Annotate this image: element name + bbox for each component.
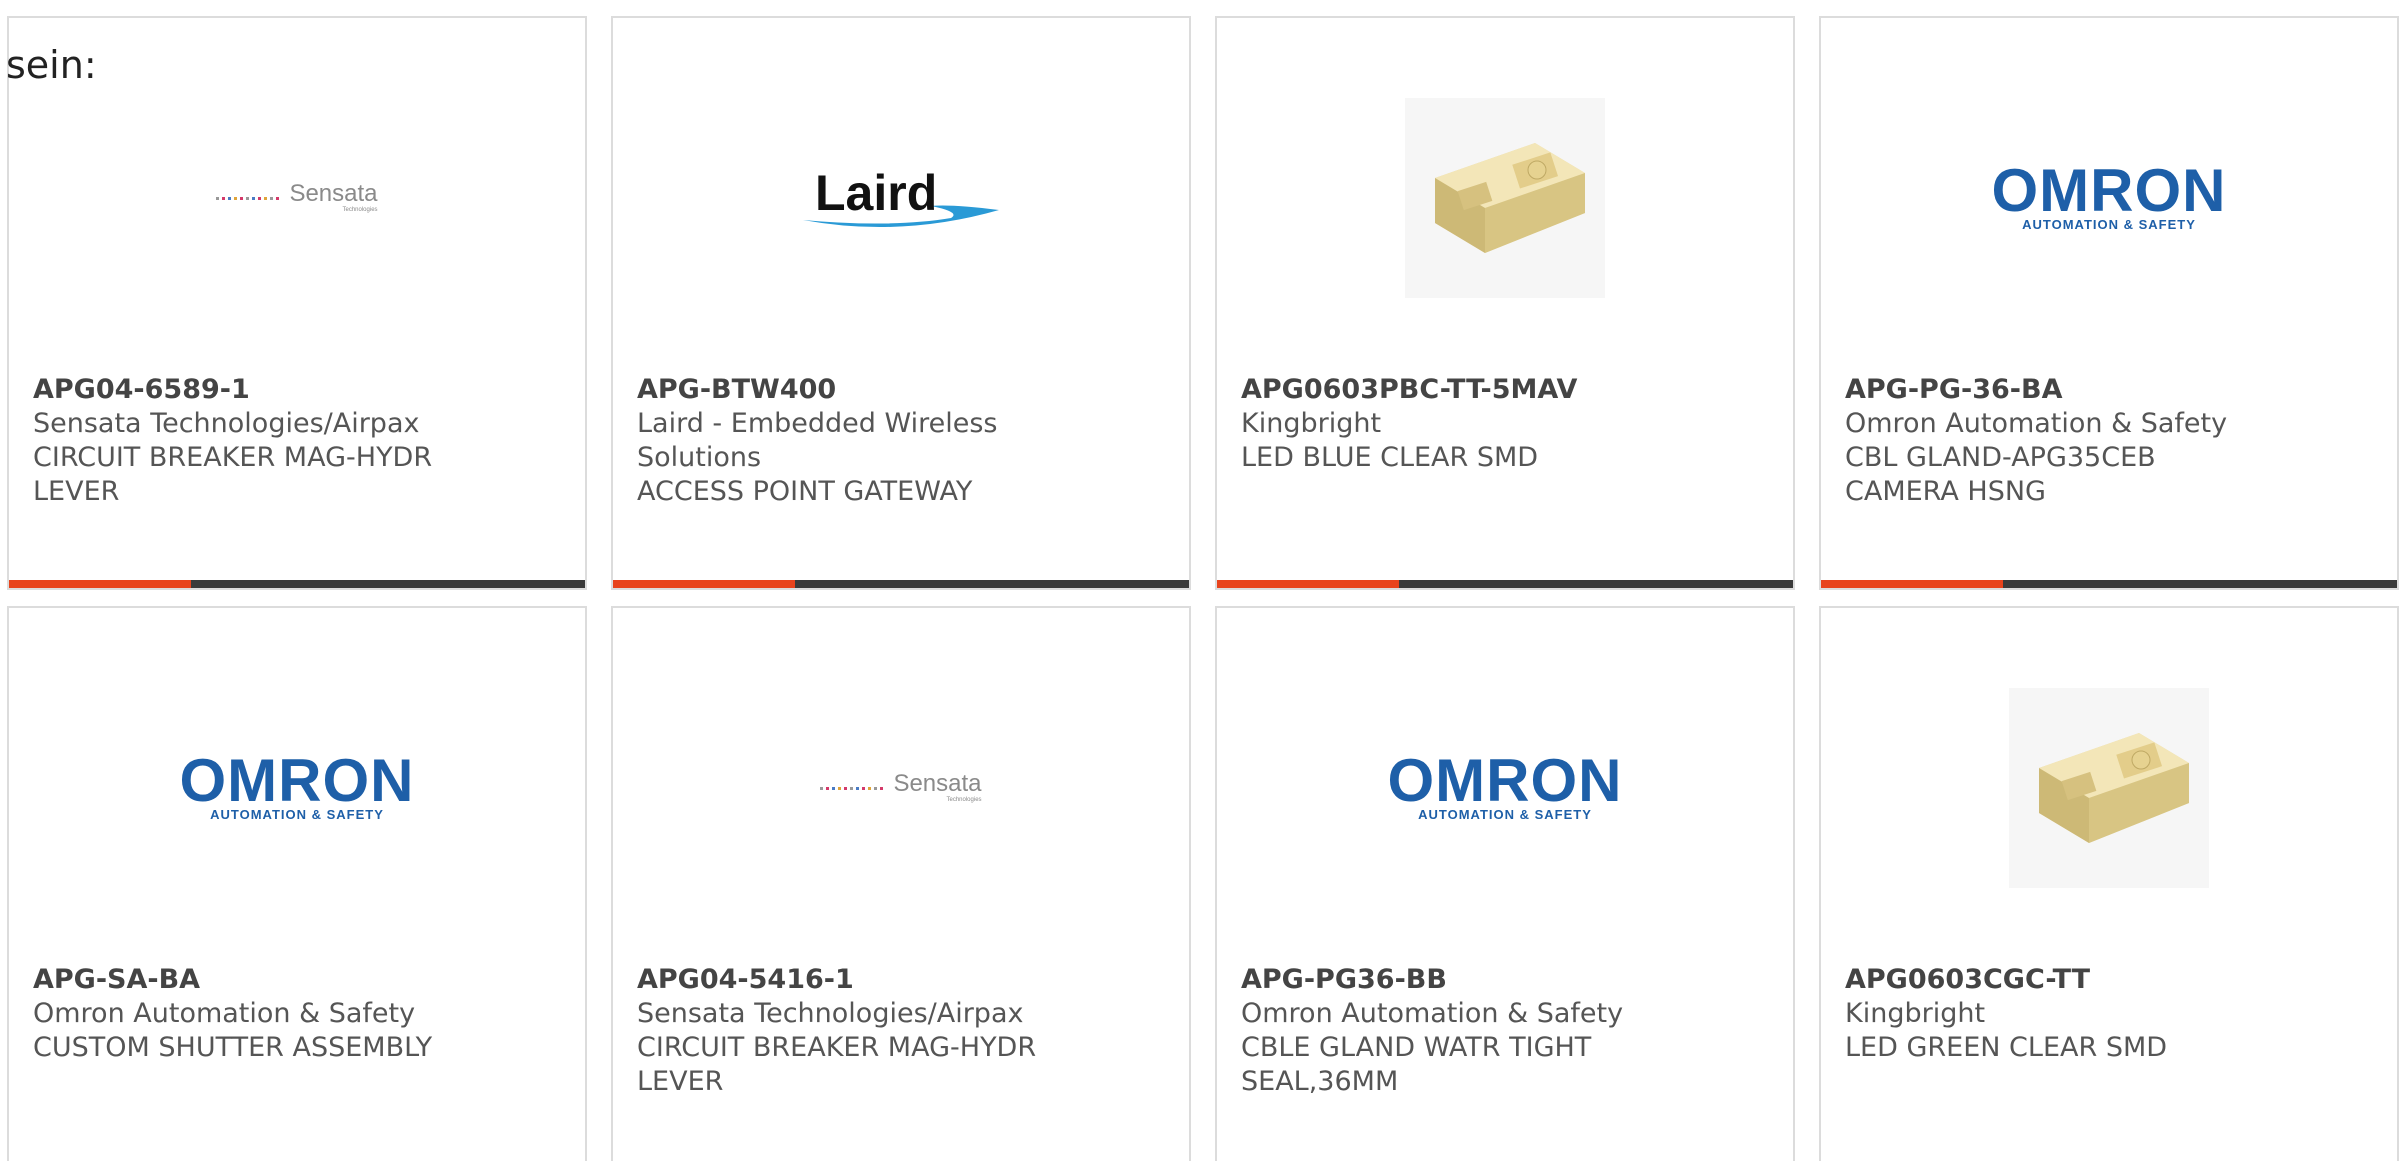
laird-logo: Laird	[613, 88, 1189, 308]
product-card[interactable]: Sensata Technologies APG04-6589-1 Sensat…	[7, 16, 587, 590]
intro-text: sein:	[6, 43, 97, 87]
omron-logo: OMRON AUTOMATION & SAFETY	[9, 678, 585, 898]
description: CIRCUIT BREAKER MAG-HYDR LEVER	[637, 1032, 1037, 1097]
manufacturer: Kingbright	[1241, 408, 1382, 439]
manufacturer: Kingbright	[1845, 998, 1986, 1029]
description: CBL GLAND-APG35CEB CAMERA HSNG	[1845, 442, 2156, 507]
manufacturer: Sensata Technologies/Airpax	[637, 998, 1024, 1029]
card-bottom-bar	[1217, 580, 1793, 588]
part-number-link[interactable]: APG04-6589-1	[33, 373, 463, 407]
manufacturer: Sensata Technologies/Airpax	[33, 408, 420, 439]
logo-subtext: AUTOMATION & SAFETY	[2022, 216, 2196, 232]
led-chip-image	[1405, 98, 1605, 298]
led-chip-image	[2009, 688, 2209, 888]
manufacturer: Omron Automation & Safety	[1845, 408, 2228, 439]
product-card[interactable]: Laird APG-BTW400 Laird - Embedded Wirele…	[611, 16, 1191, 590]
manufacturer: Omron Automation & Safety	[1241, 998, 1624, 1029]
product-card[interactable]: OMRON AUTOMATION & SAFETY APG-PG-36-BA O…	[1819, 16, 2399, 590]
description: ACCESS POINT GATEWAY	[637, 476, 973, 507]
description: CUSTOM SHUTTER ASSEMBLY	[33, 1032, 433, 1063]
omron-logo: OMRON AUTOMATION & SAFETY	[1217, 678, 1793, 898]
card-bottom-bar	[613, 580, 1189, 588]
logo-subtext: Technologies	[946, 797, 982, 803]
logo-text: Sensata	[893, 770, 982, 797]
sensata-dots-icon	[216, 196, 280, 200]
product-grid-page: sein: Sensata Technologies APG04-6589-1 …	[0, 0, 2400, 1161]
part-number-link[interactable]: APG-PG36-BB	[1241, 963, 1671, 997]
card-bottom-bar	[9, 580, 585, 588]
logo-text: OMRON	[179, 746, 415, 814]
sensata-logo: Sensata Technologies	[9, 88, 585, 308]
part-number-link[interactable]: APG04-5416-1	[637, 963, 1067, 997]
product-card[interactable]: Sensata Technologies APG04-5416-1 Sensat…	[611, 606, 1191, 1161]
logo-text: OMRON	[1387, 746, 1623, 814]
description: CBLE GLAND WATR TIGHT SEAL,36MM	[1241, 1032, 1592, 1097]
part-number-link[interactable]: APG-PG-36-BA	[1845, 373, 2275, 407]
logo-text: Sensata	[289, 180, 378, 207]
logo-subtext: AUTOMATION & SAFETY	[1418, 806, 1592, 822]
product-card[interactable]: APG0603CGC-TT Kingbright LED GREEN CLEAR…	[1819, 606, 2399, 1161]
led-chip-photo	[1821, 678, 2397, 898]
logo-subtext: Technologies	[342, 207, 378, 213]
description: CIRCUIT BREAKER MAG-HYDR LEVER	[33, 442, 433, 507]
part-number-link[interactable]: APG-SA-BA	[33, 963, 463, 997]
product-card[interactable]: APG0603PBC-TT-5MAV Kingbright LED BLUE C…	[1215, 16, 1795, 590]
card-bottom-bar	[1821, 580, 2397, 588]
logo-text: OMRON	[1991, 156, 2227, 224]
manufacturer: Omron Automation & Safety	[33, 998, 416, 1029]
logo-text: Laird	[815, 165, 938, 221]
product-card[interactable]: OMRON AUTOMATION & SAFETY APG-SA-BA Omro…	[7, 606, 587, 1161]
product-card[interactable]: OMRON AUTOMATION & SAFETY APG-PG36-BB Om…	[1215, 606, 1795, 1161]
manufacturer: Laird - Embedded Wireless Solutions	[637, 408, 998, 473]
sensata-dots-icon	[820, 786, 884, 790]
omron-logo: OMRON AUTOMATION & SAFETY	[1821, 88, 2397, 308]
part-number-link[interactable]: APG0603PBC-TT-5MAV	[1241, 373, 1671, 407]
led-chip-photo	[1217, 88, 1793, 308]
part-number-link[interactable]: APG-BTW400	[637, 373, 1067, 407]
sensata-logo: Sensata Technologies	[613, 678, 1189, 898]
description: LED GREEN CLEAR SMD	[1845, 1032, 2168, 1063]
description: LED BLUE CLEAR SMD	[1241, 442, 1539, 473]
logo-subtext: AUTOMATION & SAFETY	[210, 806, 384, 822]
part-number-link[interactable]: APG0603CGC-TT	[1845, 963, 2275, 997]
